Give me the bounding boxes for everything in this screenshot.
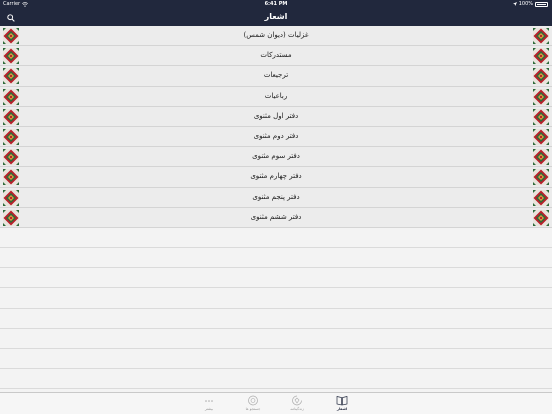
list-item[interactable]: ترجیعات [0,66,552,87]
ornament-icon [533,149,549,166]
list-item[interactable]: دفتر دوم مثنوی [0,126,552,148]
list-item[interactable]: دفتر سوم مثنوی [0,147,552,168]
ornament-icon [3,28,19,44]
status-right: 100% [512,1,548,7]
list-item-label: دفتر ششم مثنوی [250,212,302,221]
empty-row [0,268,552,289]
status-bar: Carrier 6:41 PM 100% [0,0,552,9]
poetry-list: غزلیات (دیوان شمس) مستدرکات ترجیعات رباع… [0,26,552,392]
list-item[interactable]: دفتر اول مثنوی [0,106,552,127]
empty-row [0,328,552,349]
ornament-icon [3,68,19,85]
page-title: اشعار [264,12,288,21]
battery-icon [535,1,548,7]
list-item-label: دفتر پنجم مثنوی [252,192,300,201]
empty-row [0,248,552,269]
ornament-icon [3,209,19,226]
empty-row [0,288,552,309]
more-icon [205,400,213,402]
list-item[interactable]: دفتر چهارم مثنوی [0,167,552,188]
ornament-icon [533,108,549,125]
status-time: 6:41 PM [264,1,288,7]
location-arrow-icon [512,2,517,6]
empty-row [0,369,552,390]
tab-label: بیشتر [204,407,214,411]
navigation-bar: اشعار [0,9,552,26]
ornament-icon [533,88,549,105]
ornament-icon [3,149,19,166]
list-item-label: رباعیات [264,91,288,100]
ornament-icon [3,48,19,65]
ornament-icon [533,209,549,226]
list-item[interactable]: دفتر ششم مثنوی [0,207,552,228]
list-item-label: مستدرکات [260,51,292,60]
ornament-icon [533,68,549,85]
tab-biography[interactable]: زندگینامه [277,395,317,414]
list-item-label: دفتر چهارم مثنوی [250,172,302,181]
tab-label: اشعار [336,407,348,411]
ornament-icon [3,108,19,125]
list-item-label: دفتر اول مثنوی [253,111,299,120]
list-item-label: ترجیعات [263,71,289,80]
list-item-label: غزلیات (دیوان شمس) [243,31,309,39]
battery-percent: 100% [518,1,533,7]
biography-icon [292,395,302,406]
search-circle-icon [248,395,258,406]
list-item[interactable]: غزلیات (دیوان شمس) [0,26,552,47]
tab-bar: بیشتر جستجو ها زندگینامه اشعار [0,392,552,414]
tab-label: زندگینامه [290,407,304,411]
ornament-icon [3,189,19,206]
ornament-icon [533,189,549,206]
ornament-icon [533,128,549,145]
tab-search[interactable]: جستجو ها [233,395,273,414]
empty-row [0,227,552,249]
ornament-icon [533,48,549,65]
list-item[interactable]: دفتر پنجم مثنوی [0,187,552,208]
list-item[interactable]: رباعیات [0,86,552,107]
ornament-icon [3,169,19,186]
empty-row [0,308,552,329]
ornament-icon [3,88,19,105]
ornament-icon [3,128,19,145]
tab-poems[interactable]: اشعار [322,395,362,414]
tab-more[interactable]: بیشتر [189,395,229,414]
ornament-icon [533,28,549,44]
list-item-label: دفتر سوم مثنوی [252,152,300,161]
empty-row [0,349,552,370]
ornament-icon [533,169,549,186]
book-icon [336,396,348,406]
list-item[interactable]: مستدرکات [0,46,552,67]
tab-label: جستجو ها [245,407,261,411]
list-item-label: دفتر دوم مثنوی [253,131,299,140]
